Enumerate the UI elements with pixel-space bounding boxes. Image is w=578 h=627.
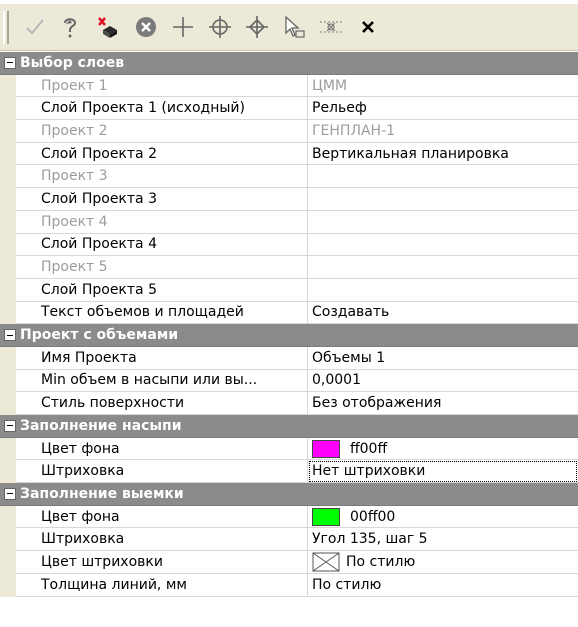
collapse-icon[interactable] xyxy=(4,487,16,500)
property-row[interactable]: Толщина линий, мм По стилю xyxy=(0,573,578,597)
property-value[interactable]: ff00ff xyxy=(308,438,578,461)
property-name: Проект 1 xyxy=(16,74,308,98)
property-name: Проект 5 xyxy=(16,256,308,279)
pick-icon[interactable] xyxy=(54,9,90,45)
target-diamond-icon[interactable] xyxy=(239,9,275,45)
property-name: Текст объемов и площадей xyxy=(16,301,308,325)
category-title: Заполнение насыпи xyxy=(20,417,182,434)
property-row[interactable]: Проект 5 xyxy=(0,256,578,279)
property-name: Цвет фона xyxy=(16,437,308,461)
property-name: Имя Проекта xyxy=(16,346,308,370)
property-row[interactable]: Цвет фона 00ff00 xyxy=(0,505,578,529)
property-row[interactable]: Цвет фона ff00ff xyxy=(0,437,578,461)
property-row[interactable]: Текст объемов и площадей Создавать xyxy=(0,301,578,325)
cancel-circle-icon[interactable] xyxy=(128,9,164,45)
property-grid: Выбор слоев Проект 1 ЦММ Слой Проекта 1 (… xyxy=(0,52,578,597)
property-name: Штриховка xyxy=(16,460,308,484)
property-value: ЦММ xyxy=(308,75,578,98)
property-row[interactable]: Цвет штриховки По стилю xyxy=(0,551,578,574)
select-arrow-icon[interactable] xyxy=(276,9,312,45)
color-swatch xyxy=(312,507,340,526)
surface-delete-icon[interactable] xyxy=(91,9,127,45)
check-icon[interactable] xyxy=(17,9,53,45)
collapse-icon[interactable] xyxy=(4,419,16,432)
property-value[interactable]: Объемы 1 xyxy=(308,347,578,370)
property-value[interactable]: Угол 135, шаг 5 xyxy=(308,528,578,552)
property-row[interactable]: Слой Проекта 2 Вертикальная планировка xyxy=(0,142,578,166)
category-volume-project[interactable]: Проект с объемами xyxy=(0,324,578,347)
property-name: Проект 2 xyxy=(16,120,308,143)
property-value[interactable]: Нет штриховки xyxy=(308,460,578,484)
collapse-icon[interactable] xyxy=(4,56,16,69)
property-name: Слой Проекта 2 xyxy=(16,142,308,166)
property-name: Толщина линий, мм xyxy=(16,573,308,597)
property-value[interactable]: Рельеф xyxy=(308,97,578,121)
property-name: Слой Проекта 5 xyxy=(16,278,308,302)
property-row[interactable]: Проект 3 xyxy=(0,165,578,189)
property-row[interactable]: Слой Проекта 5 xyxy=(0,278,578,302)
property-value[interactable]: 00ff00 xyxy=(308,506,578,529)
category-fill[interactable]: Заполнение насыпи xyxy=(0,415,578,438)
property-name: Цвет фона xyxy=(16,505,308,529)
property-value[interactable]: По стилю xyxy=(308,574,578,597)
property-name: Стиль поверхности xyxy=(16,392,308,415)
category-title: Проект с объемами xyxy=(20,327,179,344)
property-row[interactable]: Штриховка Угол 135, шаг 5 xyxy=(0,528,578,552)
property-value xyxy=(308,256,578,279)
property-name: Слой Проекта 1 (исходный) xyxy=(16,97,308,121)
color-value: 00ff00 xyxy=(350,508,396,525)
property-row[interactable]: Проект 2 ГЕНПЛАН-1 xyxy=(0,120,578,143)
category-title: Заполнение выемки xyxy=(20,485,184,502)
property-value[interactable] xyxy=(308,188,578,211)
property-row[interactable]: Штриховка Нет штриховки xyxy=(0,460,578,484)
property-name: Штриховка xyxy=(16,528,308,552)
property-value[interactable]: Создавать xyxy=(308,302,578,325)
hatch-options-icon[interactable] xyxy=(313,9,349,45)
property-value[interactable]: Без отображения xyxy=(308,392,578,415)
property-name: Слой Проекта 4 xyxy=(16,233,308,257)
property-row[interactable]: Слой Проекта 4 xyxy=(0,233,578,257)
category-layer-selection[interactable]: Выбор слоев xyxy=(0,52,578,75)
toolbar xyxy=(0,4,578,51)
close-icon[interactable] xyxy=(350,9,386,45)
category-cut[interactable]: Заполнение выемки xyxy=(0,483,578,506)
property-value xyxy=(308,211,578,234)
color-swatch xyxy=(312,439,340,458)
category-title: Выбор слоев xyxy=(20,54,125,71)
plus-icon[interactable] xyxy=(165,9,201,45)
property-value xyxy=(308,165,578,189)
property-row[interactable]: Слой Проекта 1 (исходный) Рельеф xyxy=(0,97,578,121)
property-name: Слой Проекта 3 xyxy=(16,188,308,211)
property-row[interactable]: Имя Проекта Объемы 1 xyxy=(0,346,578,370)
property-name: Цвет штриховки xyxy=(16,551,308,574)
hatch-swatch-icon xyxy=(312,552,340,572)
property-row[interactable]: Слой Проекта 3 xyxy=(0,188,578,211)
toolbar-grip[interactable] xyxy=(3,10,9,44)
property-row[interactable]: Проект 4 xyxy=(0,210,578,234)
property-value: ГЕНПЛАН-1 xyxy=(308,120,578,143)
property-row[interactable]: Проект 1 ЦММ xyxy=(0,74,578,98)
collapse-icon[interactable] xyxy=(4,329,16,342)
color-value: ff00ff xyxy=(350,440,388,457)
property-name: Min объем в насыпи или вы... xyxy=(16,369,308,393)
property-row[interactable]: Min объем в насыпи или вы... 0,0001 xyxy=(0,369,578,393)
property-value[interactable]: Вертикальная планировка xyxy=(308,143,578,166)
property-value[interactable]: 0,0001 xyxy=(308,370,578,393)
property-value[interactable]: По стилю xyxy=(308,551,578,574)
property-name: Проект 4 xyxy=(16,210,308,234)
target-circle-icon[interactable] xyxy=(202,9,238,45)
property-row[interactable]: Стиль поверхности Без отображения xyxy=(0,392,578,415)
property-value[interactable] xyxy=(308,234,578,257)
property-name: Проект 3 xyxy=(16,165,308,189)
hatch-color-value: По стилю xyxy=(346,553,416,570)
property-value[interactable] xyxy=(308,279,578,302)
